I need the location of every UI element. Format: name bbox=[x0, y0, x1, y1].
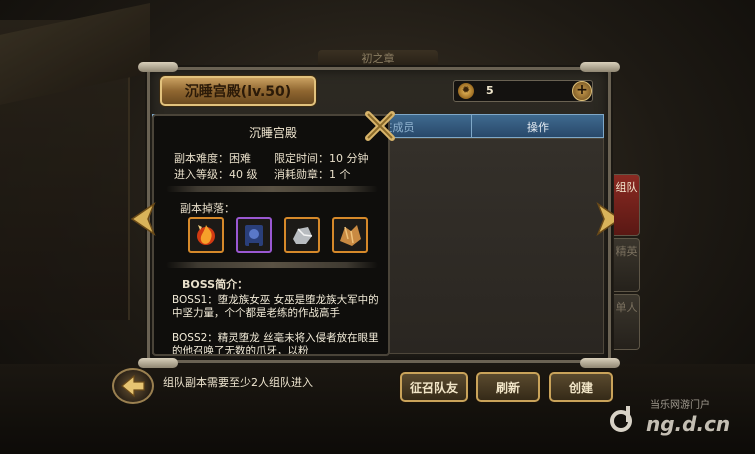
tab-team[interactable]: 组队 bbox=[614, 174, 640, 236]
dungeon-info-tooltip: 沉睡宫殿 副本难度：困难 限定时间：10 分钟 进入等级：40 级 消耗勋章：1… bbox=[152, 114, 390, 356]
create-button[interactable]: 创建 bbox=[549, 372, 613, 402]
silver-ore-icon[interactable] bbox=[284, 217, 320, 253]
blue-book-icon[interactable] bbox=[236, 217, 272, 253]
tooltip-divider-2 bbox=[166, 262, 378, 268]
summon-teammate-button[interactable]: 征召队友 bbox=[400, 372, 468, 402]
frame-bone-bottom-right bbox=[580, 358, 620, 368]
gear-medal-icon: ✹ bbox=[458, 83, 474, 99]
frame-bone-top-left bbox=[138, 62, 178, 72]
dungeon-title-button[interactable]: 沉睡宫殿(lv.50) bbox=[160, 76, 316, 106]
column-divider bbox=[471, 115, 472, 137]
cost-text: 消耗勋章：1 个 bbox=[274, 168, 351, 181]
tooltip-title: 沉睡宫殿 bbox=[248, 126, 297, 140]
watermark-domain: ng.d.cn bbox=[646, 412, 731, 436]
stamina-value: 5 bbox=[486, 84, 494, 97]
tab-solo[interactable]: 单人 bbox=[614, 294, 640, 350]
fire-gem-icon[interactable] bbox=[188, 217, 224, 253]
frame-bone-bottom-left bbox=[138, 358, 178, 368]
back-button[interactable] bbox=[112, 368, 154, 404]
team-requirement-text: 组队副本需要至少2人组队进入 bbox=[163, 376, 313, 389]
time-limit-text: 限定时间：10 分钟 bbox=[274, 152, 369, 165]
background-roof bbox=[0, 2, 150, 108]
tab-elite[interactable]: 精英 bbox=[614, 238, 640, 292]
difficulty-text: 副本难度：困难 bbox=[174, 152, 251, 165]
frame-bone-top-right bbox=[580, 62, 620, 72]
drops-label: 副本掉落： bbox=[180, 202, 235, 215]
entry-level-text: 进入等级：40 级 bbox=[174, 168, 258, 181]
previous-page-arrow-icon[interactable] bbox=[128, 201, 158, 237]
watermark-site-name: 当乐网游门户 bbox=[650, 400, 710, 411]
amber-ore-icon[interactable] bbox=[332, 217, 368, 253]
site-logo-icon bbox=[606, 404, 636, 434]
refresh-button[interactable]: 刷新 bbox=[476, 372, 540, 402]
add-stamina-button[interactable]: + bbox=[572, 81, 592, 101]
tooltip-divider-1 bbox=[166, 186, 378, 192]
background-house bbox=[0, 2, 150, 320]
boss1-description: BOSS1：堕龙族女巫 女巫是堕龙族大军中的中坚力量，个个都是老练的作战高手 bbox=[172, 294, 379, 319]
boss2-description: BOSS2：精灵堕龙 丝毫未将入侵者放在眼里的他召唤了无数的爪牙，以粉 bbox=[172, 332, 379, 356]
crossed-swords-icon[interactable] bbox=[362, 108, 398, 144]
column-header-action: 操作 bbox=[527, 121, 549, 134]
boss-intro-label: BOSS简介： bbox=[182, 278, 249, 291]
